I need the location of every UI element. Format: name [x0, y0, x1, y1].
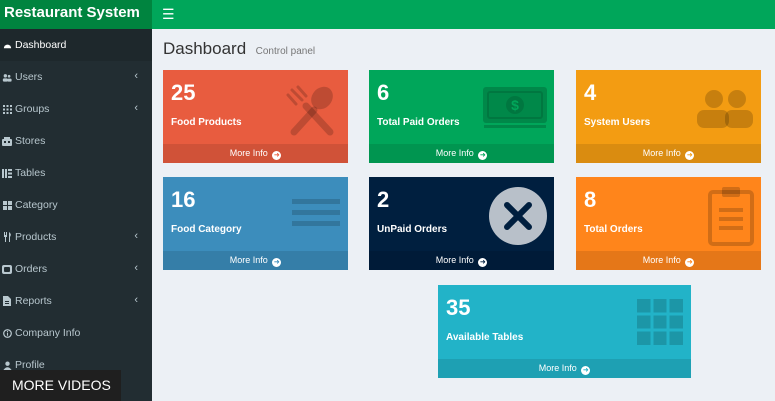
svg-text:$: $ [511, 97, 519, 113]
products-icon [0, 232, 14, 242]
sidebar-item-users[interactable]: Users ‹ [0, 61, 152, 93]
stat-value: 35 [446, 295, 471, 320]
stat-box-total-orders: 8 Total Orders More Info ➜ [576, 177, 761, 270]
chevron-left-icon: ‹ [134, 102, 138, 114]
more-info-label: More Info [642, 148, 681, 158]
sidebar: Dashboard Users ‹ Groups ‹ Stores Tables… [0, 29, 152, 401]
stat-label: UnPaid Orders [377, 224, 448, 235]
sidebar-item-label: Stores [15, 135, 46, 147]
reports-icon [0, 296, 14, 306]
sidebar-item-label: Tables [15, 167, 46, 179]
stat-box-system-users: 4 System Users More Info ➜ [576, 70, 761, 163]
more-info-link[interactable]: More Info ➜ [576, 251, 761, 270]
chevron-left-icon: ‹ [134, 230, 138, 242]
category-icon [0, 200, 14, 210]
groups-icon [0, 104, 14, 114]
sidebar-item-category[interactable]: Category [0, 189, 152, 221]
main-content: Dashboard Control panel 25 Food Products… [152, 29, 775, 401]
sidebar-item-stores[interactable]: Stores [0, 125, 152, 157]
chevron-left-icon: ‹ [134, 70, 138, 82]
more-info-link[interactable]: More Info ➜ [163, 251, 348, 270]
more-info-link[interactable]: More Info ➜ [369, 144, 554, 163]
arrow-circle-right-icon: ➜ [272, 258, 282, 267]
sidebar-item-tables[interactable]: Tables [0, 157, 152, 189]
sidebar-toggle-icon[interactable]: ☰ [162, 5, 178, 23]
stat-label: Total Orders [584, 224, 643, 235]
tables-icon [0, 168, 14, 178]
sidebar-item-reports[interactable]: Reports ‹ [0, 285, 152, 317]
more-videos-button[interactable]: MORE VIDEOS [0, 370, 121, 401]
chevron-left-icon: ‹ [134, 262, 138, 274]
stat-label: Total Paid Orders [377, 117, 460, 128]
content-header: Dashboard Control panel [163, 39, 315, 59]
sidebar-item-label: Products [15, 231, 57, 243]
times-circle-icon [488, 186, 548, 251]
stat-value: 16 [171, 187, 196, 212]
sidebar-item-label: Groups [15, 103, 50, 115]
more-info-label: More Info [229, 148, 268, 158]
more-info-label: More Info [435, 255, 474, 265]
more-info-label: More Info [538, 363, 577, 373]
sidebar-item-label: Orders [15, 263, 48, 275]
arrow-circle-right-icon: ➜ [478, 151, 488, 160]
more-info-link[interactable]: More Info ➜ [576, 144, 761, 163]
stat-box-food-category: 16 Food Category More Info ➜ [163, 177, 348, 270]
sidebar-item-company-info[interactable]: Company Info [0, 317, 152, 349]
page-title: Dashboard [163, 39, 247, 58]
table-grid-icon [635, 297, 685, 352]
stat-label: System Users [584, 117, 651, 128]
sidebar-item-groups[interactable]: Groups ‹ [0, 93, 152, 125]
stat-value: 4 [584, 80, 597, 105]
more-info-label: More Info [435, 148, 474, 158]
arrow-circle-right-icon: ➜ [581, 366, 591, 375]
utensils-icon [284, 84, 340, 145]
stat-label: Food Category [171, 224, 242, 235]
more-info-link[interactable]: More Info ➜ [438, 359, 691, 378]
page-subtitle: Control panel [255, 46, 316, 57]
more-info-link[interactable]: More Info ➜ [369, 251, 554, 270]
stat-box-total-paid-orders: 6 Total Paid Orders $ More Info ➜ [369, 70, 554, 163]
sidebar-item-dashboard[interactable]: Dashboard [0, 29, 152, 61]
users-icon [695, 88, 755, 135]
stat-value: 2 [377, 187, 390, 212]
stat-value: 8 [584, 187, 597, 212]
more-info-label: More Info [642, 255, 681, 265]
sidebar-item-label: Category [15, 199, 58, 211]
stat-value: 25 [171, 80, 196, 105]
profile-icon [0, 361, 14, 370]
stat-box-food-products: 25 Food Products More Info ➜ [163, 70, 348, 163]
sidebar-item-label: Company Info [15, 327, 81, 339]
company-info-icon [0, 328, 14, 338]
more-info-link[interactable]: More Info ➜ [163, 144, 348, 163]
sidebar-item-label: Dashboard [15, 39, 67, 51]
arrow-circle-right-icon: ➜ [685, 258, 695, 267]
orders-icon [0, 264, 14, 274]
dashboard-icon [0, 41, 14, 50]
users-icon [0, 73, 14, 82]
more-info-label: More Info [229, 255, 268, 265]
sidebar-item-label: Reports [15, 295, 52, 307]
stat-label: Available Tables [446, 332, 524, 343]
clipboard-icon [707, 186, 755, 251]
stores-icon [0, 136, 14, 146]
top-navbar: ☰ [152, 0, 775, 29]
stat-label: Food Products [171, 117, 242, 128]
arrow-circle-right-icon: ➜ [272, 151, 282, 160]
brand-logo[interactable]: Restaurant System [0, 0, 152, 29]
chevron-left-icon: ‹ [134, 294, 138, 306]
arrow-circle-right-icon: ➜ [478, 258, 488, 267]
list-icon [290, 197, 342, 242]
stat-box-available-tables: 35 Available Tables More Info ➜ [438, 285, 691, 378]
money-icon: $ [482, 86, 548, 135]
sidebar-item-orders[interactable]: Orders ‹ [0, 253, 152, 285]
sidebar-item-products[interactable]: Products ‹ [0, 221, 152, 253]
sidebar-item-label: Users [15, 71, 43, 83]
arrow-circle-right-icon: ➜ [685, 151, 695, 160]
stat-box-unpaid-orders: 2 UnPaid Orders More Info ➜ [369, 177, 554, 270]
stat-value: 6 [377, 80, 390, 105]
